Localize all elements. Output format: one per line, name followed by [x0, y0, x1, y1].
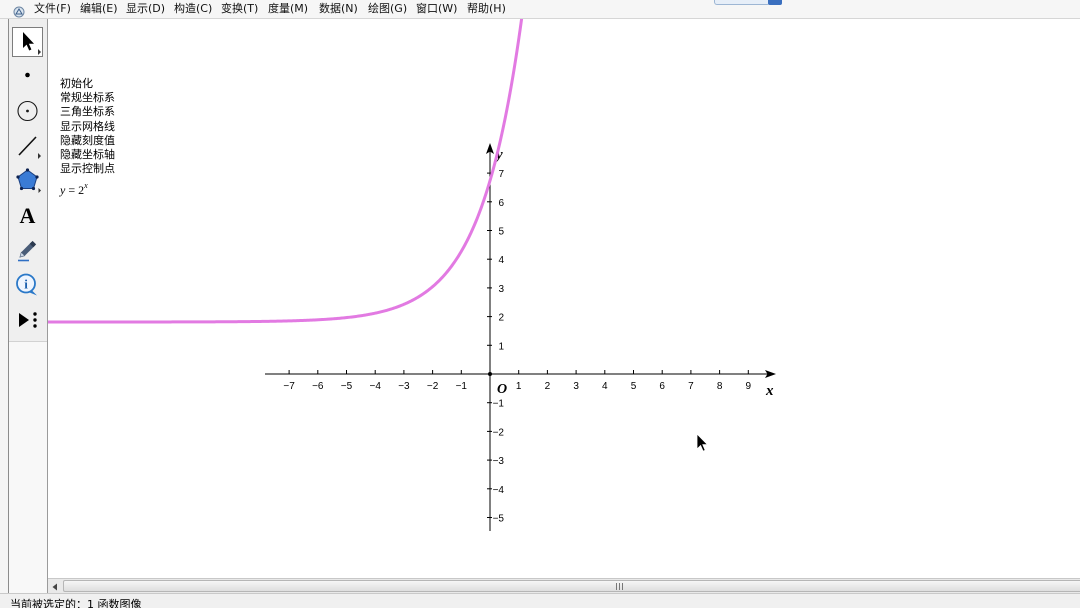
arrow-icon: [23, 32, 41, 55]
action-button-trig-coordinate-system[interactable]: 三角坐标系: [60, 105, 115, 119]
custom-tools-icon: [19, 312, 37, 328]
menu-measure[interactable]: 度量(M): [268, 2, 308, 16]
x-tick-label: −7: [283, 381, 295, 392]
toolbox: A i: [9, 19, 48, 593]
straightedge-line-icon: [18, 136, 41, 159]
floating-window-button[interactable]: [768, 0, 782, 5]
x-tick-label: −4: [369, 381, 381, 392]
x-tick-label: 9: [746, 381, 752, 392]
function-label-rhs: = 2: [65, 183, 85, 197]
action-button-initialize[interactable]: 初始化: [60, 77, 115, 91]
menu-help[interactable]: 帮助(H): [467, 2, 506, 16]
x-tick-label: 5: [631, 381, 637, 392]
menu-edit[interactable]: 编辑(E): [80, 2, 118, 16]
function-label-exponent: x: [84, 181, 88, 190]
scroll-grip-icon: [616, 583, 623, 590]
function-label[interactable]: y = 2x: [60, 182, 88, 198]
y-tick-label: −5: [493, 514, 505, 525]
y-tick-label: 4: [498, 255, 504, 266]
sketch-canvas[interactable]: −7 −6 −5 −4 −3 −2 −1 1 2 3 4 5 6 7 8 9 7 6 5 4 3 2 1 −1 −2 −3 −4 −5…: [48, 19, 1080, 578]
polygon-icon: [16, 168, 41, 193]
x-axis[interactable]: [265, 370, 776, 378]
information-tool-glyph: i: [24, 277, 28, 292]
action-button-show-grid[interactable]: 显示网格线: [60, 120, 115, 134]
compass-tool[interactable]: [12, 96, 43, 126]
sketch-plot-area[interactable]: −7 −6 −5 −4 −3 −2 −1 1 2 3 4 5 6 7 8 9 7 6 5 4 3 2 1 −1 −2 −3 −4 −5…: [48, 19, 1080, 578]
origin-point[interactable]: [488, 372, 492, 376]
mouse-cursor: [696, 433, 709, 452]
action-button-hide-axes[interactable]: 隐藏坐标轴: [60, 148, 115, 162]
text-icon: A: [20, 203, 36, 228]
x-tick-label: −6: [312, 381, 324, 392]
menu-file[interactable]: 文件(F): [34, 2, 71, 16]
point-tool[interactable]: [12, 60, 43, 90]
y-tick-label: 3: [498, 284, 504, 295]
information-tool[interactable]: i: [12, 270, 43, 300]
polygon-tool[interactable]: [12, 165, 43, 195]
menu-display[interactable]: 显示(D): [126, 2, 165, 16]
y-tick-label: −4: [493, 485, 505, 496]
axis-ticks: [288, 172, 749, 518]
y-axis[interactable]: [486, 143, 494, 531]
x-tick-label: 3: [573, 381, 579, 392]
x-tick-label: 7: [688, 381, 694, 392]
menu-transform[interactable]: 变换(T): [221, 2, 258, 16]
y-tick-label: 2: [498, 313, 504, 324]
straightedge-tool[interactable]: [12, 131, 43, 161]
text-tool[interactable]: A: [12, 200, 43, 230]
custom-tools-tool[interactable]: [12, 305, 43, 335]
x-tick-label: 2: [545, 381, 551, 392]
action-button-hide-tick-values[interactable]: 隐藏刻度值: [60, 134, 115, 148]
marker-tool[interactable]: [12, 235, 43, 265]
status-bar: 当前被选定的：1 函数图像: [0, 593, 1080, 608]
x-axis-label: x: [765, 383, 774, 399]
x-tick-label: −3: [398, 381, 410, 392]
y-tick-label: −1: [493, 399, 505, 410]
compass-circle-icon: [17, 100, 38, 122]
information-icon: i: [16, 273, 37, 296]
axis-tick-labels: −7 −6 −5 −4 −3 −2 −1 1 2 3 4 5 6 7 8 9 7 6 5 4 3 2 1 −1 −2 −3 −4 −5: [283, 169, 751, 524]
menu-bar: 文件(F) 编辑(E) 显示(D) 构造(C) 变换(T) 度量(M) 数据(N…: [0, 0, 1080, 19]
point-icon: [25, 72, 30, 78]
y-tick-label: −2: [493, 427, 505, 438]
function-graph-curve[interactable]: [48, 19, 524, 324]
menu-data[interactable]: 数据(N): [319, 2, 358, 16]
menu-window[interactable]: 窗口(W): [416, 2, 457, 16]
menu-construct[interactable]: 构造(C): [174, 2, 212, 16]
scroll-left-arrow-icon: [52, 583, 57, 591]
action-button-show-control-points[interactable]: 显示控制点: [60, 162, 115, 176]
sketchpad-app-icon[interactable]: [13, 3, 25, 18]
x-tick-label: 4: [602, 381, 608, 392]
selection-arrow-tool[interactable]: [12, 27, 43, 57]
menu-graph[interactable]: 绘图(G): [368, 2, 407, 16]
x-tick-label: −5: [341, 381, 353, 392]
floating-window-tab[interactable]: [714, 0, 770, 5]
scroll-left-button[interactable]: [48, 579, 62, 593]
x-tick-label: 1: [516, 381, 522, 392]
text-tool-glyph: A: [20, 203, 36, 228]
scrollbar-thumb[interactable]: [63, 580, 1080, 592]
y-tick-label: 5: [498, 227, 504, 238]
y-tick-label: −3: [493, 456, 505, 467]
action-button-regular-coordinate-system[interactable]: 常规坐标系: [60, 91, 115, 105]
origin-label: O: [497, 382, 507, 397]
marker-pen-icon: [18, 240, 37, 262]
window-left-frame: [0, 19, 9, 593]
y-tick-label: 6: [498, 198, 504, 209]
x-tick-label: 6: [659, 381, 665, 392]
x-tick-label: −1: [456, 381, 468, 392]
horizontal-scrollbar[interactable]: [48, 578, 1080, 593]
y-tick-label: 7: [498, 169, 504, 180]
action-button-list: 初始化 常规坐标系 三角坐标系 显示网格线 隐藏刻度值 隐藏坐标轴 显示控制点: [60, 77, 115, 176]
x-tick-label: −2: [427, 381, 439, 392]
status-text: 当前被选定的：1 函数图像: [10, 598, 142, 608]
x-tick-label: 8: [717, 381, 723, 392]
y-tick-label: 1: [498, 341, 504, 352]
